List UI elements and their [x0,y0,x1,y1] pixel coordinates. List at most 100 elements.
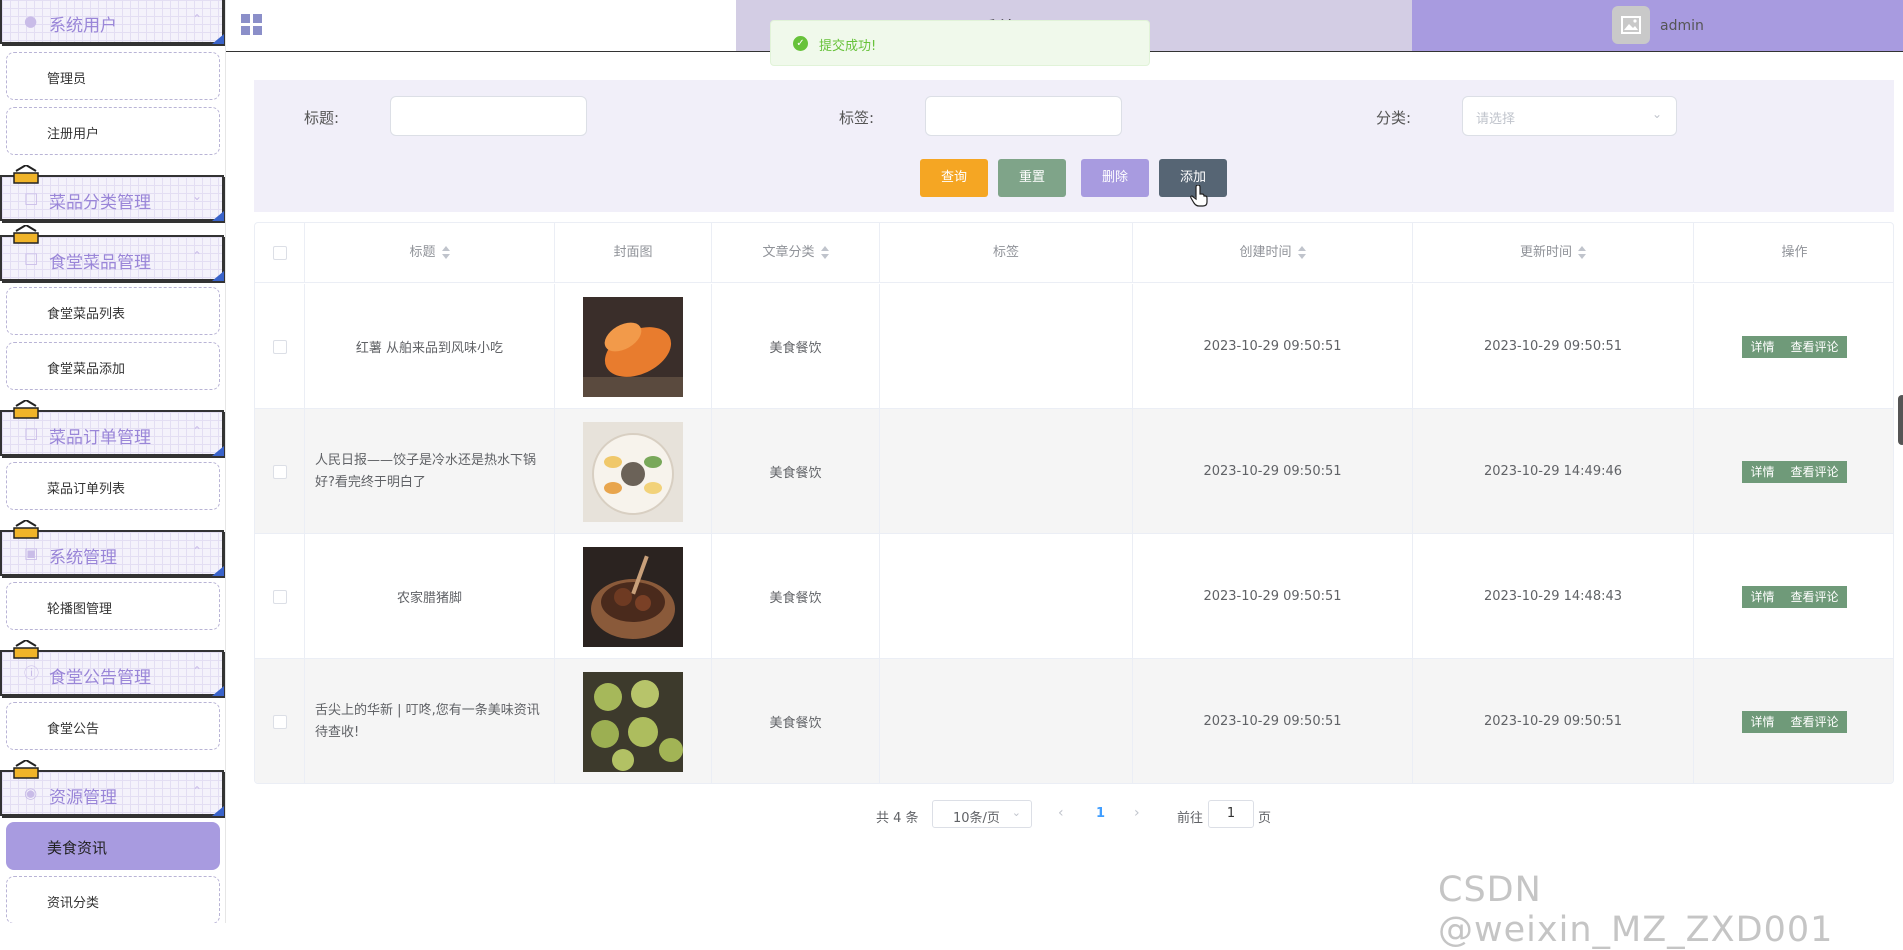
tag-label: 标签: [839,109,875,127]
sidebar-item-dish-list[interactable]: 食堂菜品列表 [6,287,220,335]
title-cell: 舌尖上的华新 | 叮咚,您有一条美味资讯待查收! [305,659,555,783]
check-circle-icon: ✓ [793,36,808,51]
column-header-label: 更新时间 [1519,245,1572,260]
chevron-up-icon: ⌃ [191,249,202,263]
sidebar-item-label: 食堂菜品添加 [47,362,126,377]
cover-image[interactable] [583,421,683,522]
category-placeholder: 请选择 [1476,112,1516,127]
user-name[interactable]: admin [1660,18,1704,34]
title-cell: 农家腊猪脚 [305,534,555,659]
tag-input[interactable] [925,96,1122,136]
menu-group-dish-category[interactable]: □ 菜品分类管理 ⌄ [0,165,224,221]
goto-page-input[interactable]: 1 [1208,800,1254,828]
menu-group-label: 食堂菜品管理 [49,253,151,273]
cover-image[interactable] [583,546,683,647]
sort-icon[interactable] [1297,245,1306,260]
tag-cell [880,409,1133,534]
edit-icon: □ [24,189,39,207]
page-size-value: 10条/页 [953,811,1000,826]
column-header-actions: 操作 [1694,223,1893,283]
updated-cell: 2023-10-29 09:50:51 [1413,659,1694,783]
binder-clip-icon [13,760,39,779]
current-page[interactable]: 1 [1096,806,1105,821]
menu-group-label: 系统管理 [49,548,117,568]
location-icon: ◉ [24,784,38,802]
avatar[interactable] [1612,6,1650,44]
row-checkbox[interactable] [272,714,287,729]
sidebar-item-order-list[interactable]: 菜品订单列表 [6,462,220,510]
cover-cell [555,409,712,534]
column-header-cover: 封面图 [555,223,712,283]
view-comments-button[interactable]: 查看评论 [1782,335,1847,358]
corner-decoration [212,686,224,696]
image-icon: ▣ [24,544,39,562]
detail-button[interactable]: 详情 [1742,460,1783,483]
reset-button[interactable]: 重置 [998,159,1066,197]
column-header-label: 文章分类 [762,245,815,260]
scroll-handle[interactable] [1898,395,1903,445]
title-input[interactable] [390,96,587,136]
created-cell: 2023-10-29 09:50:51 [1133,409,1413,534]
sidebar-item-news-category[interactable]: 资讯分类 [6,876,220,923]
table-row: 农家腊猪脚 美食餐饮 2023-10-29 09:50:51 2023-10-2… [255,534,1893,659]
binder-clip-icon [13,165,39,184]
created-cell: 2023-10-29 09:50:51 [1133,534,1413,659]
column-header-label: 创建时间 [1239,245,1292,260]
table-row: 人民日报——饺子是冷水还是热水下锅好?看完终于明白了 美食餐饮 2023-10-… [255,409,1893,534]
sort-icon[interactable] [820,245,829,260]
menu-group-canteen-dish[interactable]: □ 食堂菜品管理 ⌃ [0,225,224,281]
sidebar-item-registered-users[interactable]: 注册用户 [6,107,220,155]
cover-cell [555,284,712,409]
sidebar-item-notice[interactable]: 食堂公告 [6,702,220,750]
view-comments-button[interactable]: 查看评论 [1782,585,1847,608]
chevron-up-icon: ⌃ [191,544,202,558]
prev-page-icon[interactable]: ‹ [1058,805,1064,821]
query-button[interactable]: 查询 [920,159,988,197]
next-page-icon[interactable]: › [1134,805,1140,821]
category-cell: 美食餐饮 [712,659,880,783]
user-bar: admin [1412,0,1903,51]
edit-icon: □ [24,424,39,442]
category-label: 分类: [1376,109,1412,127]
row-checkbox[interactable] [272,589,287,604]
cover-image[interactable] [583,671,683,772]
cover-image[interactable] [583,296,683,397]
sort-icon[interactable] [441,245,450,260]
page-size-select[interactable]: 10条/页 ⌄ [932,800,1032,828]
actions-cell: 详情 查看评论 [1694,659,1893,783]
column-header-created[interactable]: 创建时间 [1133,223,1413,283]
sidebar: ● 系统用户 ⌃ 管理员 注册用户 □ 菜品分类管理 ⌄ □ 食堂菜品管理 ⌃ … [0,0,226,923]
view-comments-button[interactable]: 查看评论 [1782,460,1847,483]
menu-group-system-users[interactable]: ● 系统用户 ⌃ [0,0,224,44]
chevron-up-icon: ⌃ [191,424,202,438]
row-checkbox[interactable] [272,464,287,479]
menu-group-notice[interactable]: ⓘ 食堂公告管理 ⌃ [0,640,224,696]
sidebar-item-carousel[interactable]: 轮播图管理 [6,582,220,630]
select-all-checkbox[interactable] [272,246,287,260]
row-checkbox[interactable] [272,339,287,354]
corner-decoration [212,566,224,576]
sidebar-item-dish-add[interactable]: 食堂菜品添加 [6,342,220,390]
sidebar-item-admin[interactable]: 管理员 [6,52,220,100]
menu-group-label: 系统用户 [49,16,117,36]
sidebar-item-label: 注册用户 [47,127,100,142]
detail-button[interactable]: 详情 [1742,335,1783,358]
chevron-up-icon: ⌃ [191,12,202,26]
view-comments-button[interactable]: 查看评论 [1782,710,1847,733]
category-select[interactable]: 请选择 ⌄ [1462,96,1677,136]
delete-button[interactable]: 删除 [1081,159,1149,197]
detail-button[interactable]: 详情 [1742,710,1783,733]
detail-button[interactable]: 详情 [1742,585,1783,608]
category-cell: 美食餐饮 [712,284,880,409]
column-header-category[interactable]: 文章分类 [712,223,880,283]
column-header-label: 标签 [992,245,1019,260]
menu-group-system-management[interactable]: ▣ 系统管理 ⌃ [0,520,224,576]
menu-group-label: 菜品订单管理 [49,428,151,448]
column-header-updated[interactable]: 更新时间 [1413,223,1694,283]
created-cell: 2023-10-29 09:50:51 [1133,284,1413,409]
menu-toggle-icon[interactable] [241,14,263,36]
column-header-title[interactable]: 标题 [305,223,555,283]
menu-group-dish-order[interactable]: □ 菜品订单管理 ⌃ [0,400,224,456]
table-header: 标题 封面图 文章分类 标签 创建时间 更新时间 操作 [255,223,1893,283]
sort-icon[interactable] [1578,245,1586,260]
